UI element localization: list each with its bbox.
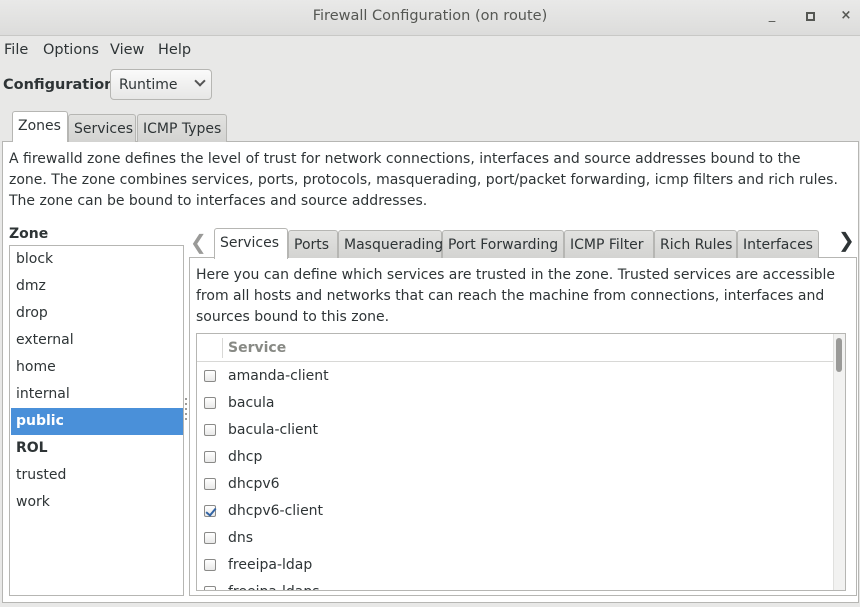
services-table-header: Service: [197, 334, 835, 362]
zone-item-home[interactable]: home: [11, 354, 183, 381]
scrollbar-thumb[interactable]: [836, 338, 842, 372]
zone-item-block[interactable]: block: [11, 246, 183, 273]
menu-file[interactable]: File: [4, 42, 28, 58]
tab-rich-rules[interactable]: Rich Rules: [654, 230, 737, 258]
zone-item-dmz[interactable]: dmz: [11, 273, 183, 300]
table-row[interactable]: freeipa-ldaps: [197, 579, 833, 590]
service-name: bacula: [228, 395, 275, 411]
services-description: Here you can define which services are t…: [196, 267, 835, 325]
service-name: dns: [228, 530, 254, 546]
tab-zone-services[interactable]: Services: [214, 228, 288, 259]
service-checkbox[interactable]: [204, 370, 216, 382]
maximize-button[interactable]: [802, 8, 818, 26]
chevron-down-icon: [194, 75, 206, 87]
tab-zones[interactable]: Zones: [12, 111, 68, 142]
tab-services[interactable]: Services: [68, 114, 136, 142]
table-row[interactable]: dns: [197, 525, 833, 552]
tab-masquerading[interactable]: Masquerading: [338, 230, 443, 258]
zone-item-rol[interactable]: ROL: [11, 435, 183, 462]
minimize-button[interactable]: _: [764, 8, 780, 26]
close-button[interactable]: ×: [838, 8, 854, 26]
zone-item-public[interactable]: public: [11, 408, 183, 435]
table-row[interactable]: dhcpv6: [197, 471, 833, 498]
service-name: dhcpv6: [228, 476, 280, 492]
maximize-icon: [805, 12, 815, 21]
zone-list: block dmz drop external home internal pu…: [9, 245, 184, 596]
menu-options[interactable]: Options: [43, 42, 99, 58]
service-checkbox[interactable]: [204, 559, 216, 571]
service-column-header[interactable]: Service: [228, 340, 286, 356]
pane-resize-handle[interactable]: [185, 398, 188, 422]
service-name: freeipa-ldaps: [228, 584, 320, 590]
service-checkbox[interactable]: [204, 532, 216, 544]
configuration-value: Runtime: [119, 77, 178, 93]
service-name: bacula-client: [228, 422, 319, 438]
zone-item-internal[interactable]: internal: [11, 381, 183, 408]
service-checkbox[interactable]: [204, 505, 216, 517]
zones-description: A firewalld zone defines the level of tr…: [9, 151, 838, 209]
service-checkbox[interactable]: [204, 478, 216, 490]
service-name: dhcpv6-client: [228, 503, 324, 519]
tab-icmp-types[interactable]: ICMP Types: [137, 114, 227, 142]
zone-item-drop[interactable]: drop: [11, 300, 183, 327]
service-checkbox[interactable]: [204, 586, 216, 590]
table-row[interactable]: amanda-client: [197, 363, 833, 390]
window-title: Firewall Configuration (on route): [312, 8, 548, 24]
service-checkbox[interactable]: [204, 397, 216, 409]
zone-item-external[interactable]: external: [11, 327, 183, 354]
title-bar: Firewall Configuration (on route) _ ×: [0, 0, 860, 36]
tabs-scroll-right-icon[interactable]: ❯: [838, 228, 855, 252]
services-table: Service amanda-client bacula bacula-client…: [196, 333, 846, 591]
table-row[interactable]: dhcp: [197, 444, 833, 471]
service-checkbox[interactable]: [204, 451, 216, 463]
table-row[interactable]: freeipa-ldap: [197, 552, 833, 579]
tab-icmp-filter[interactable]: ICMP Filter: [564, 230, 654, 258]
tab-interfaces[interactable]: Interfaces: [737, 230, 819, 258]
tab-port-forwarding[interactable]: Port Forwarding: [442, 230, 564, 258]
configuration-label: Configuration:: [3, 77, 121, 93]
zone-item-work[interactable]: work: [11, 489, 183, 516]
tabs-scroll-left-icon[interactable]: ❮: [190, 230, 207, 254]
configuration-combo[interactable]: Runtime: [110, 69, 212, 100]
zone-item-trusted[interactable]: trusted: [11, 462, 183, 489]
service-name: amanda-client: [228, 368, 329, 384]
menu-help[interactable]: Help: [158, 42, 191, 58]
service-checkbox[interactable]: [204, 424, 216, 436]
zone-label: Zone: [9, 226, 49, 242]
table-row[interactable]: bacula: [197, 390, 833, 417]
scrollbar[interactable]: [833, 334, 845, 590]
service-name: dhcp: [228, 449, 263, 465]
menu-view[interactable]: View: [110, 42, 144, 58]
table-row[interactable]: dhcpv6-client: [197, 498, 833, 525]
table-row[interactable]: bacula-client: [197, 417, 833, 444]
service-name: freeipa-ldap: [228, 557, 313, 573]
tab-ports[interactable]: Ports: [288, 230, 338, 258]
